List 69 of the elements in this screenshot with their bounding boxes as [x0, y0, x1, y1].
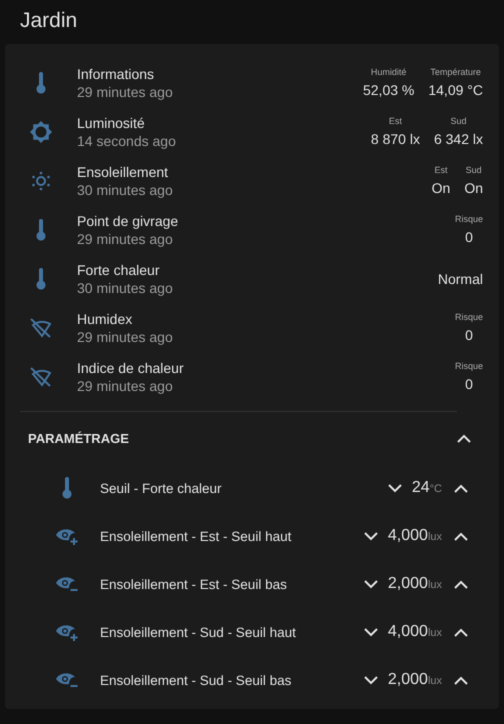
attribute-label: Risque	[454, 214, 483, 224]
entity-name[interactable]: Point de givrage	[77, 212, 455, 228]
attribute-label: Est	[434, 165, 448, 175]
setting-value: 4,000	[388, 527, 428, 544]
attribute-value: 6 342 lx	[434, 131, 483, 147]
increase-icon[interactable]	[454, 628, 468, 636]
setting-unit: °C	[430, 483, 442, 495]
attribute-label: Sud	[450, 116, 466, 126]
last-updated: 29 minutes ago	[77, 328, 174, 344]
setting-name: Ensoleillement - Est - Seuil haut	[100, 528, 292, 544]
decrease-icon[interactable]	[364, 532, 378, 540]
thermometer-icon	[36, 218, 46, 240]
setting-value: 24	[412, 479, 430, 496]
thermometer-icon	[36, 268, 46, 290]
attribute-value: 0	[465, 229, 473, 245]
attribute-label: Est	[388, 116, 402, 126]
decrease-icon[interactable]	[388, 484, 402, 492]
setting-unit: lux	[428, 531, 442, 543]
decrease-icon[interactable]	[364, 676, 378, 684]
entity-name[interactable]: Luminosité	[77, 114, 371, 130]
entity-name[interactable]: Informations	[77, 66, 363, 82]
attribute-label: Risque	[454, 312, 483, 322]
setting-unit: lux	[428, 579, 442, 591]
increase-icon[interactable]	[454, 676, 468, 684]
setting-name: Ensoleillement - Sud - Seuil bas	[100, 672, 292, 688]
decrease-icon[interactable]	[364, 580, 378, 588]
setting-value: 4,000	[388, 623, 428, 640]
attribute-label: Risque	[454, 361, 483, 371]
setting-unit: lux	[428, 627, 442, 639]
setting-name: Seuil - Forte chaleur	[100, 480, 223, 496]
last-updated: 30 minutes ago	[77, 280, 174, 296]
entity-name[interactable]: Ensoleillement	[77, 164, 432, 180]
last-updated: 29 minutes ago	[77, 378, 174, 394]
page-title: Jardin	[19, 8, 78, 34]
increase-icon[interactable]	[454, 580, 468, 588]
attribute-value: On	[464, 180, 483, 196]
entity-name[interactable]: Forte chaleur	[77, 262, 438, 278]
attribute-value: 14,09 °C	[428, 82, 483, 98]
attribute-value: 0	[465, 327, 473, 343]
last-updated: 29 minutes ago	[77, 84, 174, 100]
attribute-value: 8 870 lx	[370, 131, 420, 147]
sun-icon	[31, 170, 51, 190]
last-updated: 14 seconds ago	[77, 132, 177, 148]
entity-name[interactable]: Indice de chaleur	[77, 360, 455, 376]
attribute-label: Température	[430, 67, 481, 77]
decrease-icon[interactable]	[364, 628, 378, 636]
collapse-icon[interactable]	[457, 434, 471, 442]
setting-value: 2,000	[388, 671, 428, 688]
entity-name[interactable]: Humidex	[77, 310, 455, 326]
attribute-label: Sud	[466, 165, 482, 175]
last-updated: 30 minutes ago	[77, 182, 174, 198]
increase-icon[interactable]	[454, 484, 468, 492]
setting-name: Ensoleillement - Sud - Seuil haut	[100, 624, 297, 640]
increase-icon[interactable]	[454, 532, 468, 540]
cone-off-icon	[29, 366, 53, 388]
setting-unit: lux	[428, 675, 442, 687]
attribute-label: Humidité	[370, 67, 406, 77]
section-title: PARAMÉTRAGE	[28, 430, 129, 446]
thermometer-icon	[62, 477, 72, 499]
brightness-icon	[29, 120, 53, 144]
setting-name: Ensoleillement - Est - Seuil bas	[100, 576, 288, 592]
attribute-value: On	[432, 180, 450, 196]
last-updated: 29 minutes ago	[77, 230, 174, 246]
cone-off-icon	[29, 316, 53, 338]
entity-state: Normal	[438, 270, 483, 286]
attribute-value: 0	[465, 376, 473, 392]
thermometer-icon	[36, 72, 46, 94]
attribute-value: 52,03 %	[362, 82, 414, 98]
setting-value: 2,000	[388, 575, 428, 592]
